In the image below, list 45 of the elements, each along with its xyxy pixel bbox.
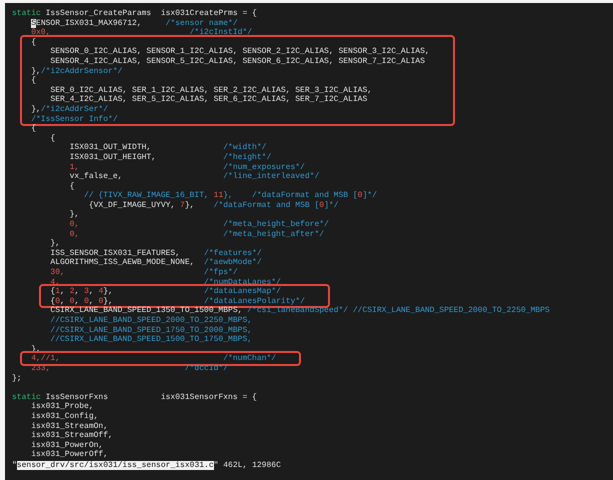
code-line: 30, /*fps*/: [49, 268, 238, 278]
code-line: /*IssSensor Info*/: [30, 114, 118, 124]
code-line: },/*i2cAddrSensor*/: [30, 66, 122, 76]
code-line: },: [49, 239, 60, 249]
code-line: 233, /*dccId*/: [30, 364, 228, 374]
code-line: isx031_Config,: [30, 412, 98, 422]
code-line: {: [30, 124, 36, 134]
code-line: {0, 0, 0, 0}, /*dataLanesPolarity*/: [49, 296, 305, 306]
code-line: {: [49, 134, 56, 144]
code-line: vx_false_e, /*line_interleaved*/: [68, 172, 320, 182]
code-line: },/*i2cAddrSer*/: [30, 104, 108, 115]
code-line: isx031_StreamOn,: [30, 422, 108, 431]
code-line: },: [68, 210, 80, 220]
code-line: SENSOR_0_I2C_ALIAS, SENSOR_1_I2C_ALIAS, SENSOR_2_I2C_ALIAS, SENSOR_3_I2C_ALIAS,: [49, 47, 430, 57]
code-line: {1, 2, 3, 4}, /*dataLanesMap*/: [49, 287, 281, 297]
code-line: //CSIRX_LANE_BAND_SPEED_1750_TO_2000_MBPS,: [49, 326, 252, 335]
code-line: static IssSensorFxns isx031SensorFxns = {: [12, 392, 257, 402]
code-line: {: [68, 182, 74, 192]
code-line: {: [30, 76, 36, 86]
status-message: "sensor_drv/src/isx031/iss_sensor_isx031.c" 462L, 12986C: [12, 460, 281, 470]
code-line: //CSIRX_LANE_BAND_SPEED_1500_TO_1750_MBPS,: [49, 335, 252, 345]
code-line: 0, /*meta_height_before*/: [68, 220, 329, 230]
code-line: {VX_DF_IMAGE_UYVY, 7}, /*dataFormat and MSB [0]*/: [88, 200, 338, 210]
code-line: ALGORITHMS_ISS_AEWB_MODE_NONE, /*aewbMode*/: [49, 258, 262, 268]
code-line: SENSOR_ISX031_MAX96712, /*sensor name*/: [30, 18, 238, 28]
code-line: CSIRX_LANE_BAND_SPEED_1350_TO_1500_MBPS, /*csi_laneBandSpeed*/ //CSIRX_LANE_BAND_SPEED_2000_TO_2250_MBPS: [49, 306, 550, 316]
code-line: {: [30, 38, 36, 48]
code-line: };: [12, 374, 22, 384]
code-line: 0, /*meta_height_after*/: [68, 230, 324, 240]
code-line: SER_4_I2C_ALIAS, SER_5_I2C_ALIAS, SER_6_I2C_ALIAS, SER_7_I2C_ALIAS: [49, 95, 368, 105]
code-line: isx031_PowerOn,: [30, 440, 104, 450]
code-line: //CSIRX_LANE_BAND_SPEED_2000_TO_2250_MBPS,: [49, 316, 252, 326]
code-line: 1, /*num_exposures*/: [68, 162, 305, 172]
code-line: isx031_Probe,: [30, 402, 94, 412]
code-line: SENSOR_4_I2C_ALIAS, SENSOR_5_I2C_ALIAS, SENSOR_6_I2C_ALIAS, SENSOR_7_I2C_ALIAS: [49, 56, 425, 67]
code-line: isx031_StreamOff,: [30, 431, 113, 441]
code-line: ISS_SENSOR_ISX031_FEATURES, /*features*/: [49, 248, 262, 258]
code-line: ISX031_OUT_HEIGHT, /*height*/: [68, 152, 272, 162]
code-line: 4,//1, /*numChan*/: [30, 354, 276, 364]
code-line: SER_0_I2C_ALIAS, SER_1_I2C_ALIAS, SER_2_I2C_ALIAS, SER_3_I2C_ALIAS,: [49, 86, 372, 96]
code-line: isx031_PowerOff,: [30, 450, 108, 460]
code-line: ISX031_OUT_WIDTH, /*width*/: [68, 143, 266, 153]
code-line: static IssSensor_CreateParams isx031CreatePrms = {: [12, 9, 257, 19]
code-line: // {TIVX_RAW_IMAGE_16_BIT, 11}, /*dataFormat and MSB [0]*/: [83, 191, 377, 201]
code-line: 0x0, /*i2cInstId*/: [30, 28, 252, 38]
